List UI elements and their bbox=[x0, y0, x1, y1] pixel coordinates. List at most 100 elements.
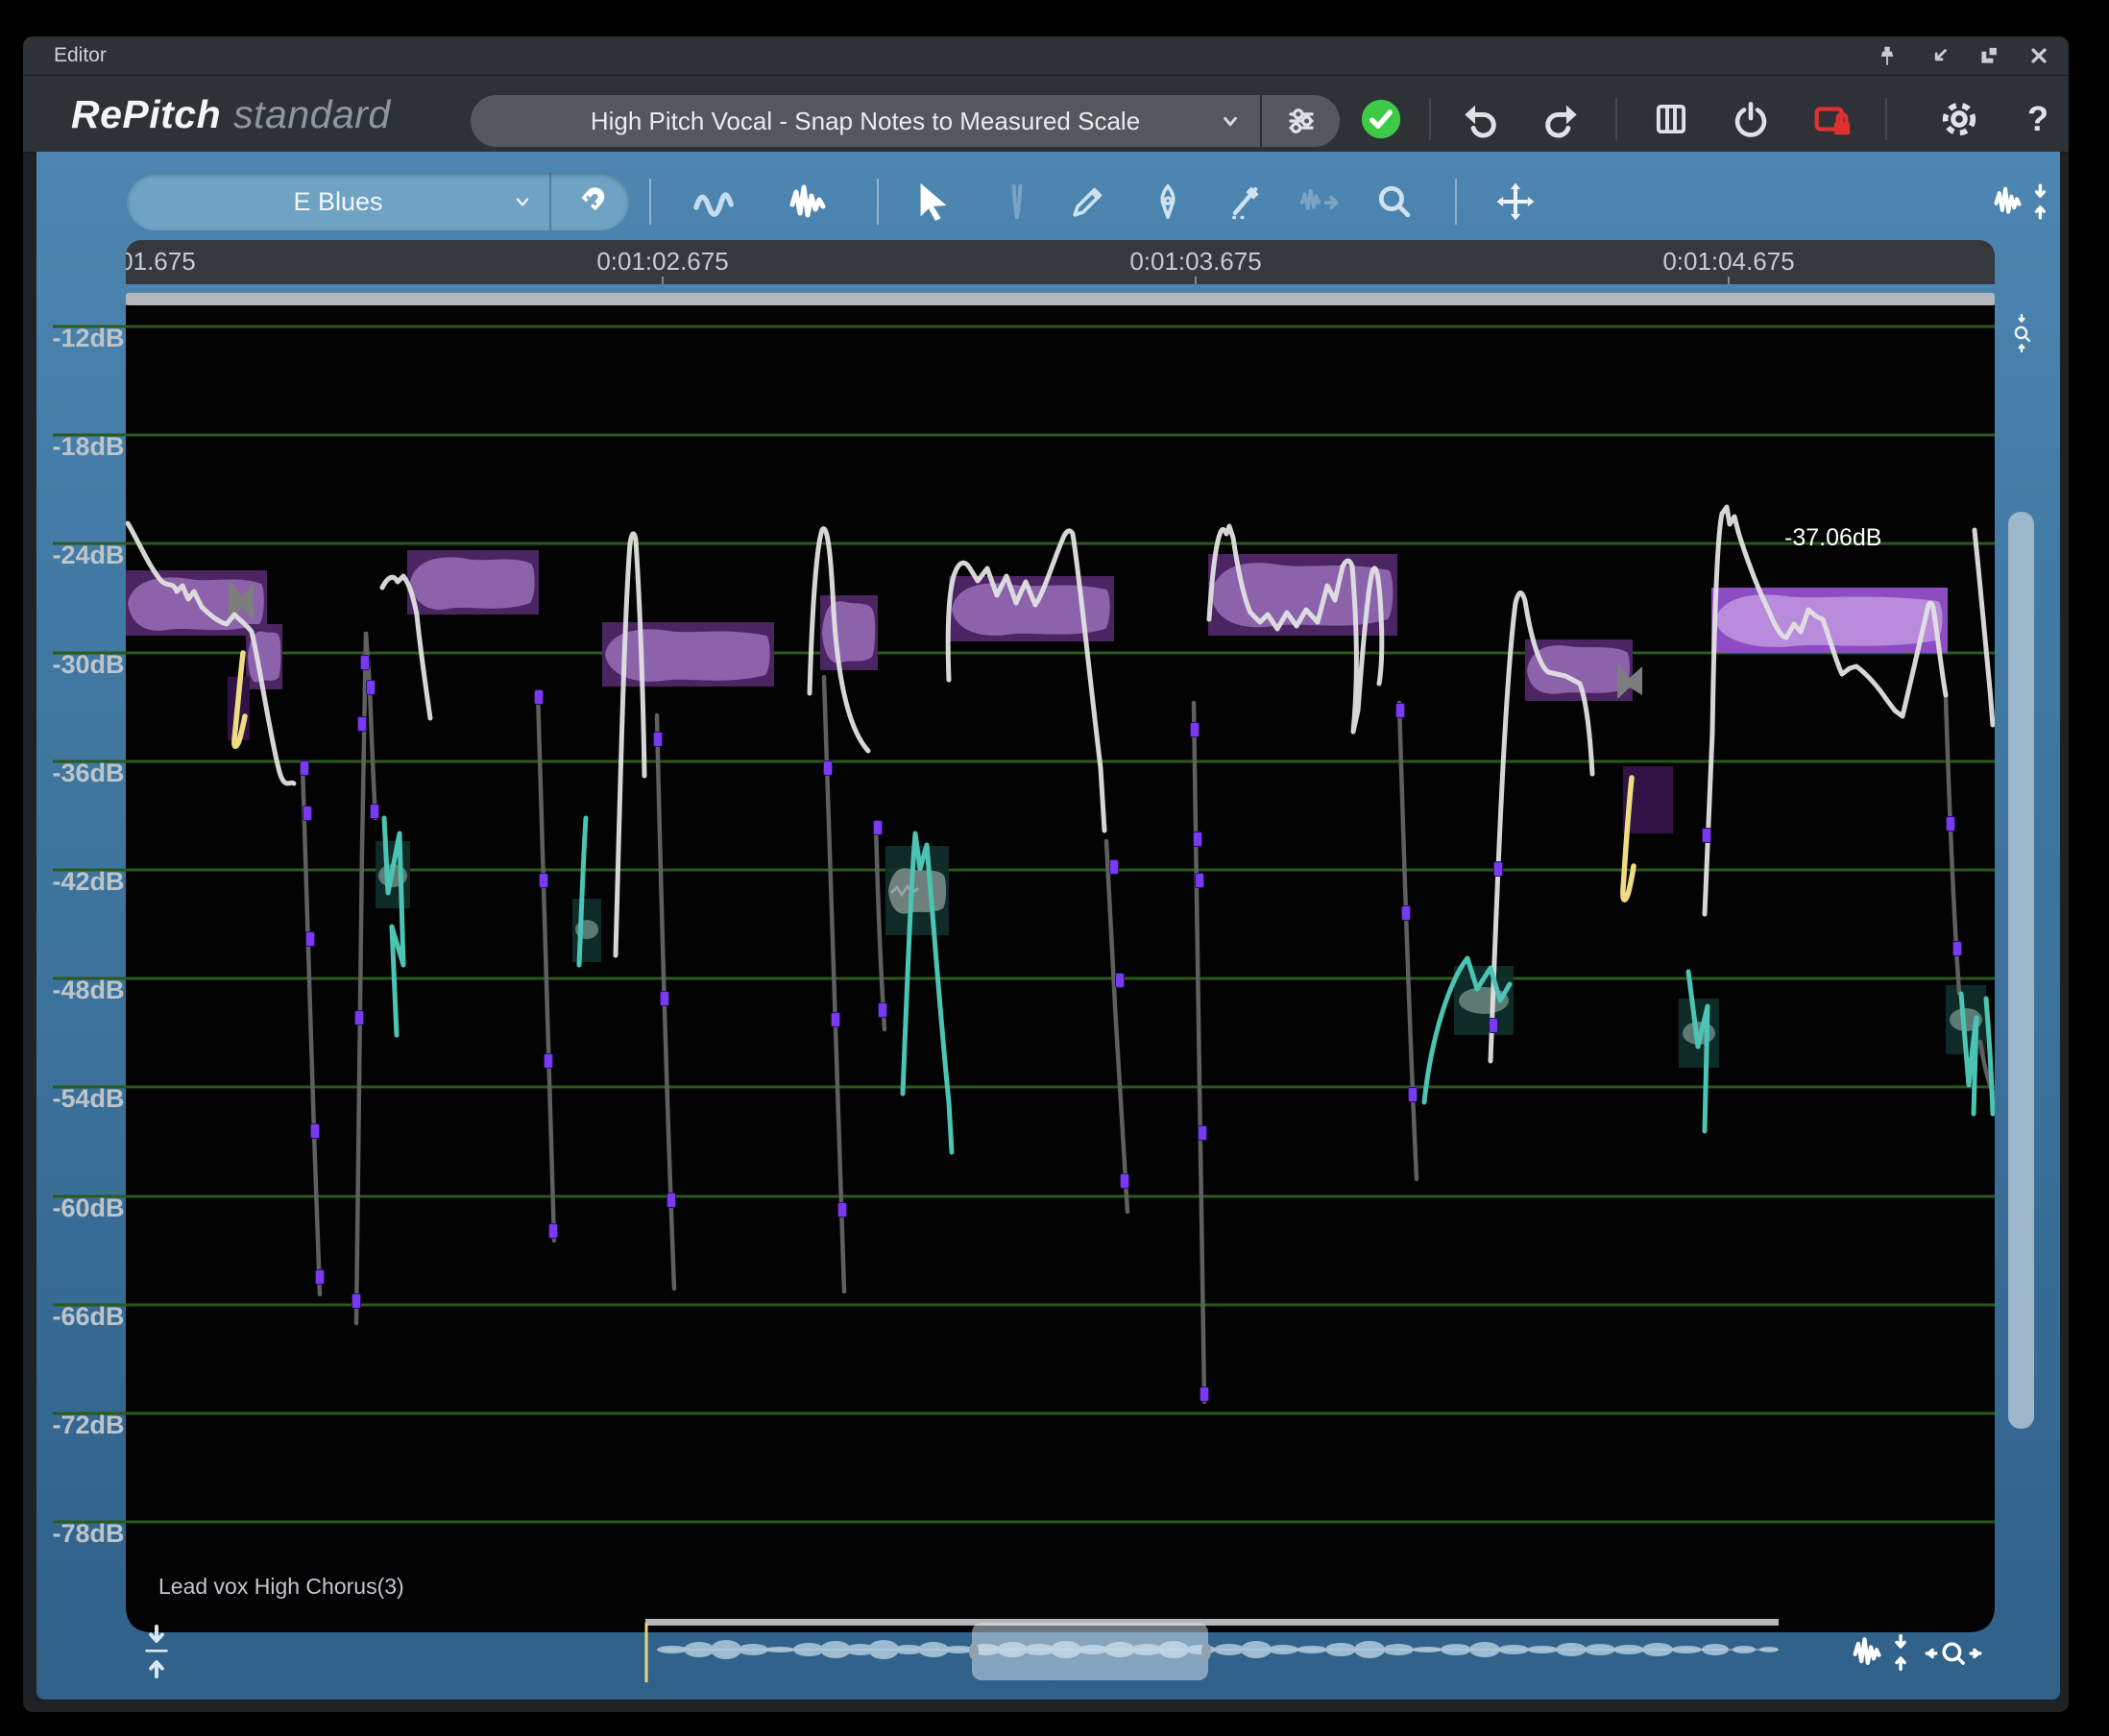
pitch-node[interactable] bbox=[1121, 1174, 1129, 1189]
scale-label: E Blues bbox=[293, 187, 382, 217]
overview-viewport[interactable] bbox=[972, 1623, 1208, 1680]
viewport-handle-left[interactable] bbox=[969, 1643, 979, 1660]
columns-icon bbox=[1651, 99, 1691, 139]
pitch-node[interactable] bbox=[874, 821, 883, 835]
pitch-node[interactable] bbox=[838, 1203, 847, 1218]
pitch-node[interactable] bbox=[371, 805, 379, 819]
power-button[interactable] bbox=[1728, 96, 1774, 142]
viewport-handle-right[interactable] bbox=[1201, 1643, 1211, 1660]
pitch-node[interactable] bbox=[358, 717, 367, 732]
pitch-node[interactable] bbox=[1396, 704, 1405, 718]
pitch-node[interactable] bbox=[361, 656, 370, 670]
pitch-node[interactable] bbox=[1494, 862, 1503, 877]
gear-icon bbox=[1937, 97, 1981, 141]
pitch-node[interactable] bbox=[1116, 974, 1125, 988]
pitch-node[interactable] bbox=[306, 932, 315, 947]
pitch-node[interactable] bbox=[301, 761, 309, 776]
ruler-tick bbox=[662, 277, 664, 284]
collapse-tracks-button[interactable] bbox=[134, 1621, 179, 1682]
pitch-node[interactable] bbox=[311, 1124, 320, 1139]
pitch-node[interactable] bbox=[1110, 860, 1119, 875]
columns-view-button[interactable] bbox=[1648, 96, 1694, 142]
tweezers-tool-button[interactable] bbox=[994, 179, 1040, 225]
collapse-vertical-icon bbox=[137, 1623, 176, 1680]
waveform-overview[interactable] bbox=[629, 1611, 1791, 1686]
status-check-button[interactable] bbox=[1358, 96, 1404, 142]
horizontal-scrollbar[interactable] bbox=[126, 293, 1995, 305]
svg-text:-24dB: -24dB bbox=[53, 541, 125, 569]
svg-text:-12dB: -12dB bbox=[53, 324, 125, 352]
pencil-tool-button[interactable] bbox=[1065, 179, 1111, 225]
zoom-tool-button[interactable] bbox=[1371, 179, 1418, 225]
move-tool-button[interactable] bbox=[1492, 179, 1539, 225]
pitch-curve-view-button[interactable] bbox=[691, 179, 737, 225]
preset-label: High Pitch Vocal - Snap Notes to Measure… bbox=[591, 107, 1140, 136]
pitch-node[interactable] bbox=[316, 1270, 325, 1285]
pitch-node[interactable] bbox=[1402, 906, 1411, 921]
horizontal-zoom-button[interactable] bbox=[1917, 1634, 1990, 1673]
time-ruler[interactable]: 0:01:01.675 0:01:02.675 0:01:03.675 0:01… bbox=[126, 240, 1995, 284]
pitch-node[interactable] bbox=[1953, 942, 1962, 956]
pitch-node[interactable] bbox=[355, 1011, 364, 1025]
session-lock-icon bbox=[1810, 97, 1854, 141]
waveform-icon bbox=[787, 179, 833, 225]
help-button[interactable]: ? bbox=[2015, 96, 2061, 142]
pitch-node[interactable] bbox=[1191, 723, 1200, 737]
vertical-zoom-button[interactable] bbox=[2005, 300, 2038, 367]
svg-text:-48dB: -48dB bbox=[53, 976, 125, 1004]
pitch-node[interactable] bbox=[1199, 1126, 1207, 1141]
scale-dropdown[interactable]: E Blues bbox=[127, 173, 549, 230]
pitch-node[interactable] bbox=[667, 1194, 676, 1208]
level-curve-view-button[interactable] bbox=[787, 179, 833, 225]
pitch-node[interactable] bbox=[540, 874, 548, 888]
capture-lock-button[interactable] bbox=[1809, 96, 1855, 142]
pitch-node[interactable] bbox=[1947, 817, 1955, 832]
pitch-node[interactable] bbox=[352, 1294, 361, 1309]
editor-background[interactable] bbox=[126, 305, 1995, 1632]
header-separator bbox=[1885, 98, 1887, 140]
pitch-node[interactable] bbox=[545, 1054, 553, 1069]
snap-magnet-button[interactable] bbox=[551, 173, 629, 230]
pitch-node[interactable] bbox=[1200, 1387, 1209, 1402]
waveform-vzoom-icon bbox=[1993, 180, 2050, 224]
pitch-node[interactable] bbox=[303, 807, 312, 821]
pitch-node[interactable] bbox=[1409, 1088, 1418, 1102]
pin-icon[interactable] bbox=[1873, 41, 1902, 70]
pitch-node[interactable] bbox=[1194, 832, 1202, 847]
pitch-node[interactable] bbox=[661, 992, 669, 1006]
vertical-scrollbar[interactable] bbox=[2008, 512, 2034, 1429]
pitch-editor-canvas[interactable]: -12dB-18dB -24dB-30dB -36dB-42dB -48dB-5… bbox=[53, 305, 1995, 1632]
pitch-node[interactable] bbox=[367, 681, 376, 695]
preset-settings-button[interactable] bbox=[1262, 95, 1340, 147]
chevron-down-icon bbox=[1218, 108, 1243, 138]
pitch-node[interactable] bbox=[1703, 829, 1711, 843]
wave-edit-tool-button[interactable] bbox=[1297, 179, 1343, 225]
waveform-vzoom-button[interactable] bbox=[1850, 1630, 1913, 1675]
preset-dropdown[interactable]: High Pitch Vocal - Snap Notes to Measure… bbox=[471, 95, 1260, 147]
cursor-tool-button[interactable] bbox=[910, 179, 957, 225]
pitch-node[interactable] bbox=[824, 761, 833, 776]
pen-tool-button[interactable] bbox=[1145, 179, 1191, 225]
restore-layout-icon[interactable] bbox=[1975, 41, 2003, 70]
pencil-icon bbox=[1067, 181, 1109, 223]
window-title: Editor bbox=[54, 36, 107, 75]
pitch-node[interactable] bbox=[549, 1224, 558, 1239]
redo-button[interactable] bbox=[1539, 96, 1586, 142]
vertical-waveform-zoom-button[interactable] bbox=[1991, 177, 2052, 227]
chevron-down-icon bbox=[511, 190, 534, 218]
pitch-node[interactable] bbox=[832, 1013, 840, 1027]
time-label: 0:01:01.675 bbox=[126, 240, 196, 282]
pitch-node[interactable] bbox=[535, 690, 544, 705]
check-circle-icon bbox=[1359, 97, 1403, 141]
undo-button[interactable] bbox=[1456, 96, 1502, 142]
settings-button[interactable] bbox=[1936, 96, 1982, 142]
dock-arrow-icon[interactable] bbox=[1926, 41, 1954, 70]
svg-text:-30dB: -30dB bbox=[53, 650, 125, 679]
pitch-node[interactable] bbox=[1196, 874, 1204, 888]
pitch-node[interactable] bbox=[879, 1003, 887, 1018]
pitch-node[interactable] bbox=[1490, 1019, 1498, 1033]
pitch-node[interactable] bbox=[654, 733, 663, 747]
close-icon[interactable] bbox=[2024, 41, 2053, 70]
svg-text:-18dB: -18dB bbox=[53, 432, 125, 461]
line-tool-button[interactable] bbox=[1223, 179, 1269, 225]
